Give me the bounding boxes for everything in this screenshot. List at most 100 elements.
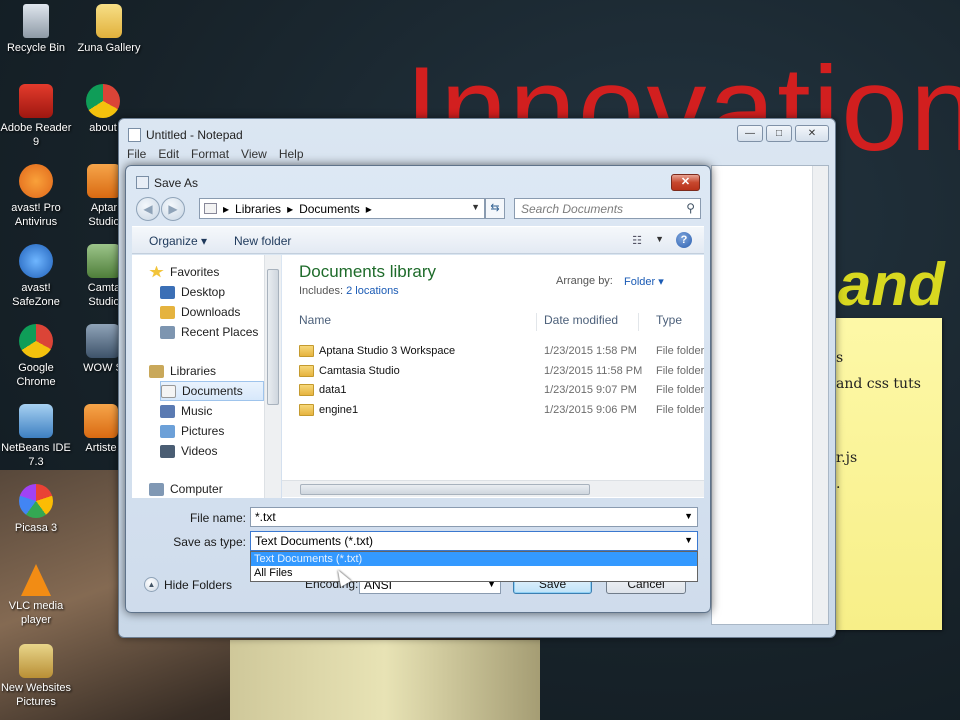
- desktop-icon-vlc[interactable]: VLC media player: [0, 564, 72, 627]
- desktop-icon-zuna-gallery[interactable]: Zuna Gallery: [73, 4, 145, 55]
- file-name: engine1: [319, 404, 359, 416]
- forward-button[interactable]: ▶: [161, 197, 185, 221]
- file-row[interactable]: engine1 1/23/2015 9:06 PM File folder: [282, 400, 704, 420]
- scrollbar-thumb[interactable]: [300, 484, 590, 495]
- column-header-name[interactable]: Name: [282, 313, 537, 331]
- sticky-note[interactable]: s and css tuts r.js .: [832, 318, 942, 630]
- file-row[interactable]: Camtasia Studio 1/23/2015 11:58 PM File …: [282, 361, 704, 381]
- nav-favorites[interactable]: Favorites: [149, 262, 281, 282]
- locations-link[interactable]: 2 locations: [346, 285, 399, 297]
- option-all-files[interactable]: All Files: [251, 566, 697, 580]
- breadcrumb-separator: ▸: [223, 201, 230, 216]
- file-date: 1/23/2015 1:58 PM: [544, 345, 637, 357]
- save-as-type-select[interactable]: Text Documents (*.txt) ▼: [250, 531, 698, 551]
- column-header-type[interactable]: Type: [639, 313, 704, 331]
- recycle-bin-icon: [23, 4, 49, 38]
- desktop-icon-recycle-bin[interactable]: Recycle Bin: [0, 4, 72, 55]
- folder-icon: [299, 345, 314, 357]
- library-includes: Includes: 2 locations: [299, 285, 399, 297]
- column-header-date[interactable]: Date modified: [527, 313, 639, 331]
- desktop-icon-avast-pro[interactable]: avast! Pro Antivirus: [0, 164, 72, 229]
- search-icon[interactable]: ⚲: [686, 201, 695, 215]
- chevron-down-icon[interactable]: ▼: [684, 511, 693, 521]
- close-button[interactable]: ✕: [671, 174, 700, 191]
- file-date: 1/23/2015 9:06 PM: [544, 404, 637, 416]
- downloads-icon: [160, 305, 175, 319]
- desktop-icon-netbeans[interactable]: NetBeans IDE 7.3: [0, 404, 72, 469]
- breadcrumb-separator[interactable]: ▸: [366, 202, 372, 216]
- nav-documents[interactable]: Documents: [160, 381, 264, 401]
- desktop-icon-picasa[interactable]: Picasa 3: [0, 484, 72, 535]
- desktop-icon-label: New Websites Pictures: [0, 682, 72, 708]
- refresh-icon: ⇆: [490, 202, 500, 214]
- menu-view[interactable]: View: [241, 147, 267, 161]
- nav-label: Favorites: [170, 265, 220, 279]
- search-input[interactable]: Search Documents ⚲: [514, 198, 701, 219]
- menu-file[interactable]: File: [127, 147, 146, 161]
- wallpaper-photo-detail: [230, 640, 540, 720]
- breadcrumb-documents[interactable]: Documents: [299, 202, 360, 216]
- vertical-scrollbar[interactable]: [812, 166, 828, 624]
- maximize-button[interactable]: □: [766, 125, 792, 142]
- desktop-icon-label: Artiste: [85, 442, 117, 454]
- menu-help[interactable]: Help: [279, 147, 304, 161]
- close-button[interactable]: ✕: [795, 125, 829, 142]
- computer-icon: [149, 482, 164, 496]
- hide-folders-label: Hide Folders: [164, 577, 233, 592]
- organize-button[interactable]: Organize ▾: [149, 234, 207, 248]
- horizontal-scrollbar[interactable]: [282, 480, 704, 497]
- refresh-button[interactable]: ⇆: [485, 198, 505, 219]
- save-as-dialog[interactable]: Save As ✕ ◀ ▶ ▸ Libraries ▸ Documents ▸ …: [125, 165, 711, 613]
- address-bar[interactable]: ▸ Libraries ▸ Documents ▸ ▼: [199, 198, 485, 219]
- breadcrumb-libraries[interactable]: Libraries: [235, 202, 281, 216]
- file-name-input[interactable]: *.txt ▼: [250, 507, 698, 527]
- file-name: Aptana Studio 3 Workspace: [319, 345, 456, 357]
- chevron-down-icon[interactable]: ▼: [655, 234, 664, 244]
- pictures-icon: [160, 424, 175, 438]
- file-row[interactable]: data1 1/23/2015 9:07 PM File folder: [282, 380, 704, 400]
- option-text-documents[interactable]: Text Documents (*.txt): [251, 552, 697, 566]
- safezone-icon: [19, 244, 53, 278]
- text-editor-area[interactable]: [711, 165, 829, 625]
- desktop-icon-adobe-reader[interactable]: Adobe Reader 9: [0, 84, 72, 149]
- sticky-line: .: [836, 476, 841, 492]
- minimize-button[interactable]: —: [737, 125, 763, 142]
- breadcrumb-separator[interactable]: ▸: [287, 202, 293, 216]
- chevron-down-icon[interactable]: ▼: [471, 202, 480, 212]
- folder-icon: [299, 384, 314, 396]
- documents-icon: [161, 384, 176, 398]
- file-row[interactable]: Aptana Studio 3 Workspace 1/23/2015 1:58…: [282, 341, 704, 361]
- dialog-title: Save As: [154, 176, 199, 190]
- menu-format[interactable]: Format: [191, 147, 229, 161]
- chevron-down-icon[interactable]: ▼: [684, 535, 693, 545]
- desktop-icon-new-websites-pictures[interactable]: New Websites Pictures: [0, 644, 72, 709]
- desktop-icon-avast-safezone[interactable]: avast! SafeZone: [0, 244, 72, 309]
- file-name: data1: [319, 384, 347, 396]
- back-button[interactable]: ◀: [136, 197, 160, 221]
- nav-libraries[interactable]: Libraries: [149, 361, 281, 381]
- arrange-by-dropdown[interactable]: Folder ▾: [624, 275, 664, 288]
- help-icon[interactable]: ?: [676, 232, 692, 248]
- nav-label: Documents: [182, 384, 243, 398]
- nav-computer[interactable]: Computer: [149, 479, 281, 499]
- nav-label: Downloads: [181, 305, 241, 319]
- file-type: File folder: [656, 365, 704, 377]
- new-folder-button[interactable]: New folder: [234, 234, 291, 248]
- desktop-icon-artiste[interactable]: Artiste: [80, 404, 122, 455]
- file-list-pane: Documents library Includes: 2 locations …: [282, 255, 704, 498]
- wow-icon: [86, 324, 120, 358]
- sticky-line: s: [836, 350, 844, 366]
- scrollbar-thumb[interactable]: [267, 269, 279, 405]
- nav-label: Desktop: [181, 285, 226, 299]
- desktop-icon-google-chrome[interactable]: Google Chrome: [0, 324, 72, 389]
- desktop-icon-label: Camta Studio: [87, 282, 121, 308]
- camtasia-icon: [87, 244, 121, 278]
- menu-edit[interactable]: Edit: [158, 147, 179, 161]
- hide-folders-button[interactable]: ▲ Hide Folders: [144, 577, 232, 592]
- forward-arrow-icon: ▶: [168, 202, 178, 216]
- view-options-icon[interactable]: ☷: [632, 234, 642, 247]
- library-icon: [204, 203, 217, 214]
- videos-icon: [160, 444, 175, 458]
- vertical-scrollbar[interactable]: [264, 255, 281, 498]
- file-type: File folder: [656, 404, 704, 416]
